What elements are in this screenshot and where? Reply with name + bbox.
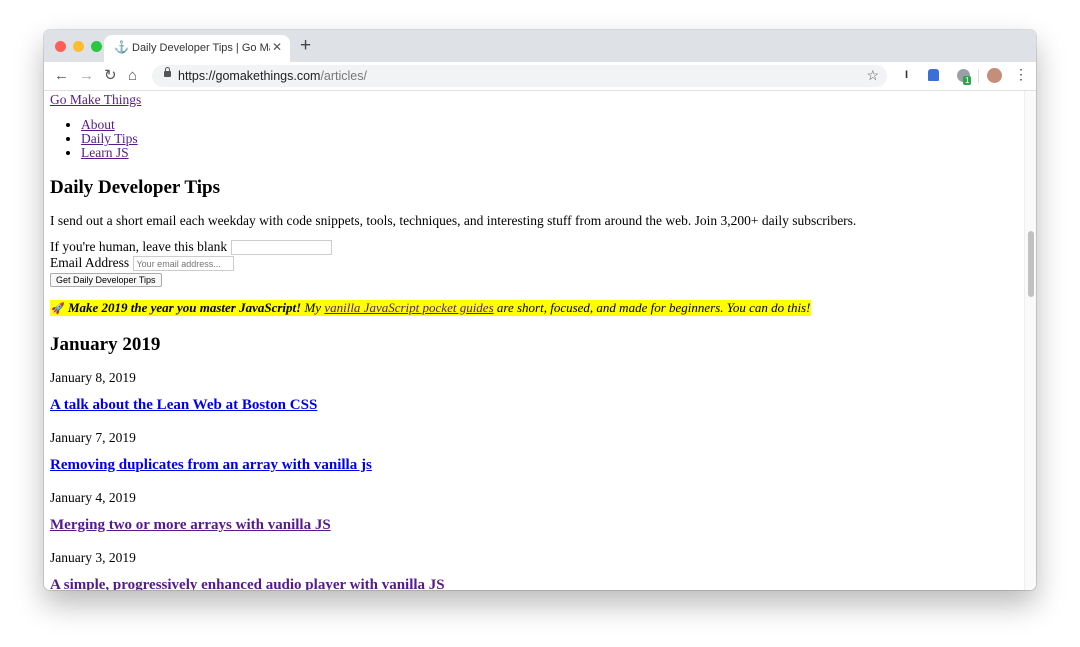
- site-nav: About Daily Tips Learn JS: [50, 118, 138, 160]
- profile-avatar[interactable]: [987, 68, 1002, 83]
- promo-bold-text: Make 2019 the year you master JavaScript…: [67, 300, 302, 315]
- pocket-guides-link[interactable]: vanilla JavaScript pocket guides: [324, 300, 493, 315]
- rocket-icon: 🚀: [51, 303, 65, 315]
- extension-robot-icon[interactable]: [928, 69, 939, 81]
- active-tab[interactable]: ⚓ Daily Developer Tips | Go Make Things …: [104, 35, 290, 62]
- promo-pre-text: My: [304, 300, 322, 315]
- nav-link-about[interactable]: About: [81, 117, 115, 132]
- email-input[interactable]: [132, 256, 234, 272]
- email-label: Email Address: [50, 255, 130, 270]
- email-row: Email Address: [50, 255, 332, 272]
- anchor-icon: ⚓: [114, 40, 129, 54]
- extension-i-icon[interactable]: I: [905, 69, 908, 81]
- page-title: Daily Developer Tips: [50, 177, 220, 198]
- vertical-scrollbar[interactable]: [1024, 91, 1036, 590]
- honeypot-label: If you're human, leave this blank: [50, 239, 228, 254]
- article-title: A talk about the Lean Web at Boston CSS: [50, 397, 317, 414]
- browser-toolbar: ← → ↻ ⌂ https://gomakethings.com/article…: [44, 62, 1036, 91]
- back-icon[interactable]: ←: [54, 65, 69, 87]
- article-date: January 8, 2019: [50, 370, 136, 385]
- extension-badge-count: 1: [963, 76, 972, 85]
- promo-post-text: are short, focused, and made for beginne…: [496, 300, 811, 315]
- article-date: January 4, 2019: [50, 490, 136, 505]
- tab-bar: ⚓ Daily Developer Tips | Go Make Things …: [44, 30, 1036, 62]
- new-tab-button[interactable]: +: [300, 36, 311, 56]
- article-link[interactable]: Merging two or more arrays with vanilla …: [50, 517, 331, 533]
- scrollbar-thumb[interactable]: [1028, 231, 1034, 297]
- honeypot-input[interactable]: [230, 240, 332, 256]
- month-heading: January 2019: [50, 334, 161, 355]
- url-host: https://gomakethings.com: [178, 69, 321, 83]
- article-title: Removing duplicates from an array with v…: [50, 457, 372, 474]
- address-bar[interactable]: https://gomakethings.com/articles/ ☆: [152, 65, 887, 87]
- extension-badge-icon[interactable]: 1: [957, 69, 972, 85]
- article-title: Merging two or more arrays with vanilla …: [50, 517, 331, 534]
- nav-link-learn-js[interactable]: Learn JS: [81, 145, 129, 160]
- toolbar-divider: [978, 69, 979, 83]
- window-controls: [55, 41, 102, 52]
- menu-icon[interactable]: ⋮: [1014, 66, 1028, 83]
- nav-item-daily-tips: Daily Tips: [81, 132, 138, 146]
- lock-icon: [164, 67, 171, 77]
- tab-title: Daily Developer Tips | Go Make Things: [132, 42, 270, 54]
- site-home-link[interactable]: Go Make Things: [50, 92, 141, 108]
- honeypot-row: If you're human, leave this blank: [50, 239, 332, 256]
- close-window-button[interactable]: [55, 41, 66, 52]
- promo-banner: 🚀 Make 2019 the year you master JavaScri…: [50, 300, 812, 316]
- forward-icon[interactable]: →: [79, 65, 94, 87]
- signup-form: If you're human, leave this blank Email …: [50, 239, 332, 287]
- subscribe-button[interactable]: Get Daily Developer Tips: [50, 273, 162, 287]
- article-link[interactable]: A simple, progressively enhanced audio p…: [50, 577, 445, 590]
- reload-icon[interactable]: ↻: [104, 65, 117, 87]
- bookmark-star-icon[interactable]: ☆: [866, 67, 879, 84]
- intro-text: I send out a short email each weekday wi…: [50, 213, 857, 228]
- nav-item-about: About: [81, 118, 138, 132]
- zoom-window-button[interactable]: [91, 41, 102, 52]
- article-link[interactable]: Removing duplicates from an array with v…: [50, 457, 372, 473]
- home-icon[interactable]: ⌂: [128, 65, 137, 87]
- browser-window: ⚓ Daily Developer Tips | Go Make Things …: [44, 30, 1036, 590]
- url-path: /articles/: [320, 69, 367, 83]
- nav-item-learn-js: Learn JS: [81, 146, 138, 160]
- nav-link-daily-tips[interactable]: Daily Tips: [81, 131, 138, 146]
- minimize-window-button[interactable]: [73, 41, 84, 52]
- url-text: https://gomakethings.com/articles/: [178, 69, 367, 83]
- close-tab-icon[interactable]: ✕: [272, 40, 282, 54]
- article-date: January 7, 2019: [50, 430, 136, 445]
- article-link[interactable]: A talk about the Lean Web at Boston CSS: [50, 397, 317, 413]
- article-title: A simple, progressively enhanced audio p…: [50, 577, 445, 590]
- article-date: January 3, 2019: [50, 550, 136, 565]
- page-viewport: Go Make Things About Daily Tips Learn JS…: [44, 91, 1024, 590]
